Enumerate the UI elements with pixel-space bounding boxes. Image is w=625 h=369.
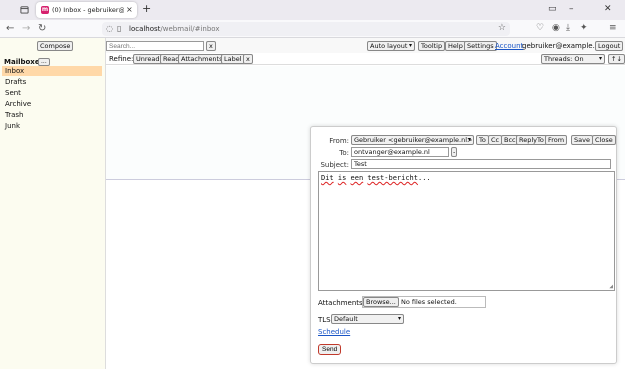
account-link[interactable]: Account	[495, 42, 523, 50]
sort-button[interactable]: ↑↓	[608, 54, 625, 64]
mailbox-item-trash[interactable]: Trash	[2, 110, 102, 120]
remove-recipient-button[interactable]: -	[451, 147, 458, 157]
bookmark-star-icon[interactable]: ☆	[498, 23, 506, 33]
minimize-icon[interactable]: –	[569, 4, 574, 14]
forward-arrow-icon[interactable]: →	[22, 23, 30, 34]
back-arrow-icon[interactable]: ←	[6, 23, 14, 34]
mailboxes-menu-button[interactable]: ...	[38, 58, 50, 66]
shield-icon: ◌	[106, 24, 113, 33]
attachments-file-input[interactable]: Browse... No files selected.	[362, 296, 486, 308]
add-from-button[interactable]: From	[545, 135, 568, 145]
attachments-label: Attachments	[318, 299, 363, 307]
browser-tab-active[interactable]: m (0) Inbox - gebruiker@ex ×	[36, 2, 137, 18]
app-top-bar: x Auto layout Tooltip Help Settings Acco…	[106, 38, 625, 53]
mailbox-item-junk[interactable]: Junk	[2, 121, 102, 131]
extensions-icon[interactable]: ✦	[580, 23, 588, 33]
subject-label: Subject:	[320, 161, 349, 169]
from-label: From:	[329, 137, 349, 145]
mox-favicon-icon: m	[41, 6, 49, 14]
filter-label-button[interactable]: Label	[221, 54, 245, 64]
search-input[interactable]	[106, 41, 204, 51]
tab-overview-icon[interactable]	[20, 5, 29, 14]
to-label: To:	[339, 149, 349, 157]
resize-grip-icon[interactable]: ◢	[609, 283, 613, 290]
mailbox-item-inbox[interactable]: Inbox	[2, 66, 102, 76]
mailbox-item-archive[interactable]: Archive	[2, 99, 102, 109]
tls-select[interactable]: Default	[331, 314, 404, 324]
mailbox-item-sent[interactable]: Sent	[2, 88, 102, 98]
user-email: gebruiker@example.nl	[522, 42, 602, 50]
to-input[interactable]: ontvanger@example.nl	[351, 147, 449, 157]
from-select[interactable]: Gebruiker <gebruiker@example.nl>	[351, 135, 474, 145]
threads-select[interactable]: Threads: On	[541, 54, 605, 64]
account-icon[interactable]: ◉	[552, 23, 560, 33]
close-compose-button[interactable]: Close	[592, 135, 616, 145]
close-window-icon[interactable]: ✕	[604, 4, 612, 14]
search-clear-button[interactable]: x	[206, 41, 216, 51]
compose-panel: From: Gebruiker <gebruiker@example.nl> T…	[310, 126, 617, 364]
layout-select[interactable]: Auto layout	[367, 41, 415, 51]
url-bar[interactable]: ◌ ▯ localhost/webmail/#inbox ☆	[102, 22, 510, 36]
filter-attachments-button[interactable]: Attachments	[178, 54, 226, 64]
subject-input[interactable]: Test	[351, 159, 611, 169]
refine-clear-button[interactable]: x	[243, 54, 253, 64]
window-restore-icon[interactable]: ▭	[548, 4, 557, 14]
pocket-icon[interactable]: ♡	[536, 23, 544, 33]
add-replyto-button[interactable]: ReplyTo	[516, 135, 547, 145]
add-to-button[interactable]: To	[476, 135, 489, 145]
webmail-app: Compose Mailboxes ... Inbox Drafts Sent …	[0, 38, 625, 369]
browse-button[interactable]: Browse...	[363, 297, 399, 307]
compose-button[interactable]: Compose	[37, 41, 74, 51]
mailbox-item-drafts[interactable]: Drafts	[2, 77, 102, 87]
sidebar: Compose Mailboxes ... Inbox Drafts Sent …	[0, 38, 106, 369]
download-icon[interactable]: ⤓	[566, 23, 570, 33]
reload-icon[interactable]: ↻	[38, 23, 46, 34]
browser-tab-bar: m (0) Inbox - gebruiker@ex × + ▭ – ✕	[0, 0, 625, 20]
message-body-textarea[interactable]: Dit is een test-bericht... ◢	[318, 171, 615, 291]
filter-unread-button[interactable]: Unread	[133, 54, 163, 64]
page-icon: ▯	[117, 24, 122, 33]
send-button[interactable]: Send	[318, 344, 342, 355]
menu-hamburger-icon[interactable]: ≡	[609, 23, 617, 33]
tls-label: TLS	[318, 316, 331, 324]
browser-nav-bar: ← → ↻ ◌ ▯ localhost/webmail/#inbox ☆ ♡ ◉…	[0, 20, 625, 38]
files-status: No files selected.	[401, 298, 457, 306]
tab-close-icon[interactable]: ×	[126, 5, 133, 14]
save-button[interactable]: Save	[571, 135, 593, 145]
add-cc-button[interactable]: Cc	[488, 135, 503, 145]
url-text: localhost/webmail/#inbox	[129, 25, 220, 33]
tab-title: (0) Inbox - gebruiker@ex	[52, 6, 124, 14]
help-button[interactable]: Help	[445, 41, 466, 51]
refine-bar: Refine: Unread Read Attachments Label x …	[106, 53, 625, 65]
schedule-link[interactable]: Schedule	[318, 328, 350, 336]
new-tab-plus-icon[interactable]: +	[142, 2, 151, 15]
settings-button[interactable]: Settings	[464, 41, 497, 51]
logout-button[interactable]: Logout	[595, 41, 624, 51]
tooltip-button[interactable]: Tooltip	[418, 41, 446, 51]
refine-label: Refine:	[109, 55, 134, 63]
